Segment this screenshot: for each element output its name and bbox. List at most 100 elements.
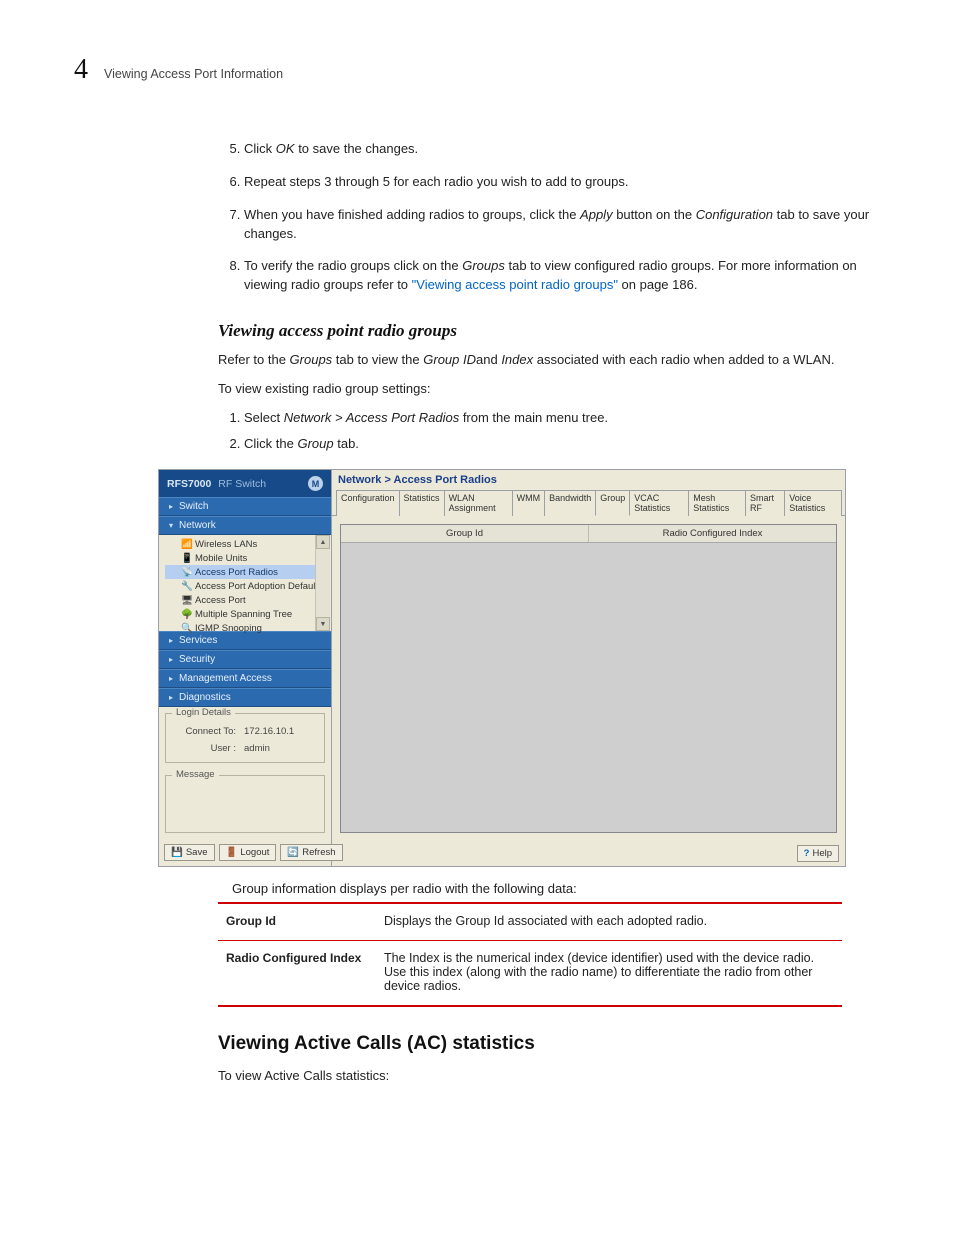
table-row: Radio Configured Index The Index is the … <box>218 941 842 1007</box>
tree-item[interactable]: 📶 Wireless LANs <box>165 537 327 551</box>
text: button on the <box>613 207 696 222</box>
value: 172.16.10.1 <box>244 726 294 737</box>
help-icon: ? <box>804 848 810 859</box>
section-number: 4 <box>74 56 88 84</box>
column-header[interactable]: Radio Configured Index <box>589 525 836 542</box>
scroll-down-icon[interactable]: ▼ <box>316 617 330 631</box>
tree-item[interactable]: 🖥Access Port <box>165 593 327 607</box>
box-label: Login Details <box>172 707 235 718</box>
emphasis: Groups <box>290 352 333 367</box>
igmp-icon: 🔍 <box>181 623 191 633</box>
tree-item[interactable]: 🔍 IGMP Snooping <box>165 621 327 635</box>
tab-statistics[interactable]: Statistics <box>399 490 445 516</box>
text: and <box>476 352 501 367</box>
column-header[interactable]: Group Id <box>341 525 589 542</box>
definition-table: Group Id Displays the Group Id associate… <box>218 902 842 1007</box>
step-item: Click the Group tab. <box>244 435 880 453</box>
step-item: To verify the radio groups click on the … <box>244 257 880 295</box>
tab-vcac-statistics[interactable]: VCAC Statistics <box>629 490 689 516</box>
text: Select <box>244 410 284 425</box>
refresh-icon: 🔄 <box>287 847 299 858</box>
sidebar-item-diagnostics[interactable]: Diagnostics <box>159 688 331 707</box>
text: on page 186. <box>618 277 698 292</box>
step-item: Repeat steps 3 through 5 for each radio … <box>244 173 880 192</box>
tree-item[interactable]: 📱 Mobile Units <box>165 551 327 565</box>
text: Refer to the <box>218 352 290 367</box>
text: Repeat steps 3 through 5 for each radio … <box>244 174 628 189</box>
emphasis: Group <box>297 436 333 451</box>
tree-item[interactable]: 🌳Multiple Spanning Tree <box>165 607 327 621</box>
sidebar-item-management[interactable]: Management Access <box>159 669 331 688</box>
brand-name: RFS7000 <box>167 478 211 490</box>
box-label: Message <box>172 769 219 780</box>
grid-body-empty <box>341 543 836 832</box>
motorola-logo-icon: M <box>308 476 323 491</box>
button-label: Refresh <box>302 847 335 858</box>
wlan-icon: 📶 <box>181 539 191 549</box>
antenna-icon: 📡 <box>181 567 191 577</box>
tree-label: Mobile Units <box>195 553 247 564</box>
sidebar-item-security[interactable]: Security <box>159 650 331 669</box>
tree-label: Access Port Adoption Defaults <box>195 581 323 592</box>
nav-tree: ▲ ▼ 📶 Wireless LANs 📱 Mobile Units 📡 Access… <box>159 535 331 631</box>
subheading: Viewing access point radio groups <box>218 321 880 341</box>
emphasis: Groups <box>462 258 505 273</box>
text: When you have finished adding radios to … <box>244 207 580 222</box>
help-button[interactable]: ? Help <box>797 845 839 862</box>
def-term: Group Id <box>218 903 376 941</box>
emphasis: Network > Access Port Radios <box>284 410 459 425</box>
cross-reference-link[interactable]: "Viewing access point radio groups" <box>412 277 618 292</box>
adoption-icon: 🔧 <box>181 581 191 591</box>
text: Click the <box>244 436 297 451</box>
tree-label: Multiple Spanning Tree <box>195 609 292 620</box>
tab-wlan-assignment[interactable]: WLAN Assignment <box>444 490 513 516</box>
tab-bar: ConfigurationStatisticsWLAN AssignmentWM… <box>332 486 845 516</box>
emphasis: Index <box>501 352 533 367</box>
def-desc: The Index is the numerical index (device… <box>376 941 842 1007</box>
text: to save the changes. <box>295 141 419 156</box>
scrollbar[interactable]: ▲ ▼ <box>315 535 330 631</box>
tab-voice-statistics[interactable]: Voice Statistics <box>784 490 842 516</box>
value: admin <box>244 743 270 754</box>
logout-icon: 🚪 <box>226 847 238 858</box>
tree-label: IGMP Snooping <box>195 623 262 634</box>
login-details-box: Login Details Connect To:172.16.10.1 Use… <box>165 713 325 763</box>
text: Click <box>244 141 276 156</box>
message-box: Message <box>165 775 325 833</box>
logout-button[interactable]: 🚪Logout <box>219 844 277 861</box>
emphasis: Apply <box>580 207 613 222</box>
tree-label: Access Port Radios <box>195 567 278 578</box>
tab-bandwidth[interactable]: Bandwidth <box>544 490 596 516</box>
tab-configuration[interactable]: Configuration <box>336 490 400 516</box>
embedded-screenshot: RFS7000 RF Switch M Switch Network ▲ ▼ 📶… <box>158 469 846 867</box>
emphasis: OK <box>276 141 295 156</box>
save-icon: 💾 <box>171 847 183 858</box>
text: associated with each radio when added to… <box>533 352 834 367</box>
table-caption: Group information displays per radio wit… <box>232 881 880 896</box>
tab-wmm[interactable]: WMM <box>512 490 546 516</box>
save-button[interactable]: 💾Save <box>164 844 215 861</box>
text: tab to view the <box>332 352 423 367</box>
step-list-a: Click OK to save the changes. Repeat ste… <box>218 140 880 295</box>
step-list-b: Select Network > Access Port Radios from… <box>218 409 880 453</box>
tab-group[interactable]: Group <box>595 490 630 516</box>
mobile-icon: 📱 <box>181 553 191 563</box>
scroll-up-icon[interactable]: ▲ <box>316 535 330 549</box>
sidebar-item-switch[interactable]: Switch <box>159 497 331 516</box>
tree-item[interactable]: 🔧 Access Port Adoption Defaults <box>165 579 327 593</box>
button-label: Save <box>186 847 208 858</box>
tree-label: Wireless LANs <box>195 539 257 550</box>
tab-mesh-statistics[interactable]: Mesh Statistics <box>688 490 746 516</box>
step-item: When you have finished adding radios to … <box>244 206 880 244</box>
port-icon: 🖥 <box>181 595 191 605</box>
tree-item-selected[interactable]: 📡 Access Port Radios <box>165 565 327 579</box>
text: To verify the radio groups click on the <box>244 258 462 273</box>
tab-smart-rf[interactable]: Smart RF <box>745 490 785 516</box>
step-item: Select Network > Access Port Radios from… <box>244 409 880 427</box>
emphasis: Group ID <box>423 352 476 367</box>
data-grid: Group Id Radio Configured Index <box>340 524 837 833</box>
brand-subtitle: RF Switch <box>218 478 266 490</box>
sidebar-item-network[interactable]: Network <box>159 516 331 535</box>
paragraph: To view Active Calls statistics: <box>218 1067 880 1086</box>
def-term: Radio Configured Index <box>218 941 376 1007</box>
